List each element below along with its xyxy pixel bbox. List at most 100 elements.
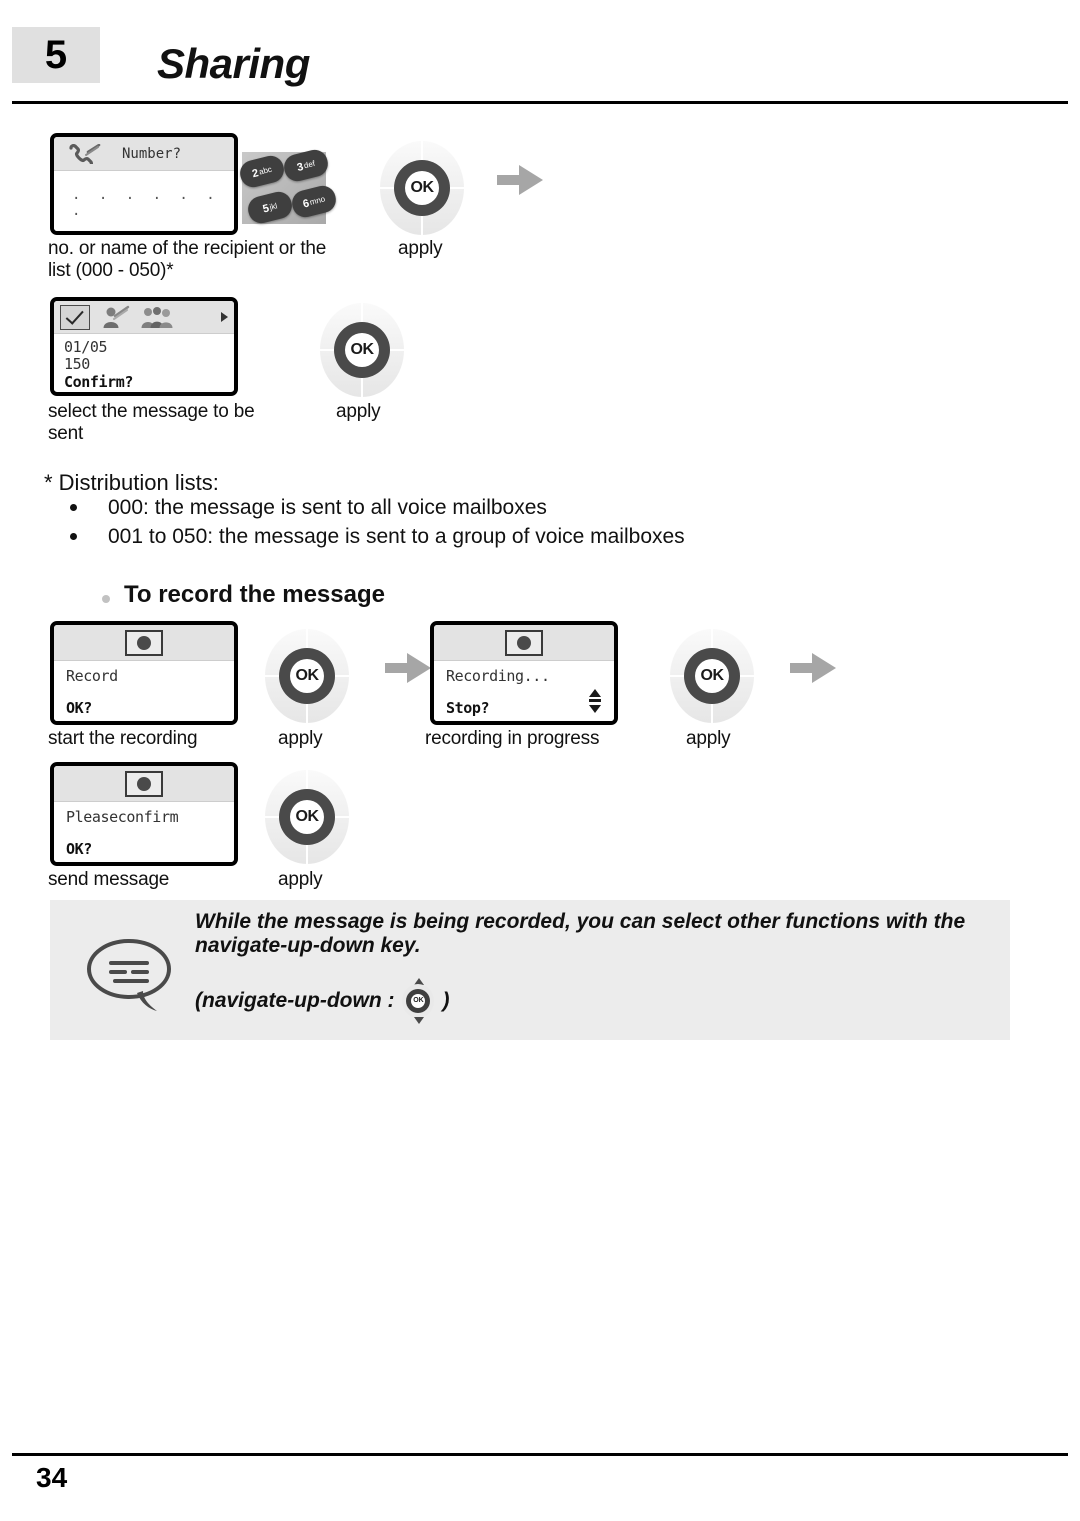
note-text-block: While the message is being recorded, you… <box>195 910 995 1024</box>
phone-screen-select-message: 01/05 150 Confirm? <box>50 297 238 396</box>
flow-arrow-icon-1 <box>497 165 543 195</box>
distribution-item-text: 000: the message is sent to all voice ma… <box>108 496 547 519</box>
bullet-icon <box>70 533 77 540</box>
note-key-hint-prefix: (navigate-up-down : <box>195 989 395 1012</box>
handset-pen-icon <box>68 143 102 168</box>
mini-ok-label: OK <box>411 994 426 1008</box>
caption-start-recording: start the recording <box>48 728 198 749</box>
distribution-lists: 000: the message is sent to all voice ma… <box>64 493 964 551</box>
note-main-text: While the message is being recorded, you… <box>195 910 966 957</box>
screen-number-title: Number? <box>122 145 182 162</box>
ok-navigation-key-5[interactable]: OK <box>265 770 349 864</box>
person-pen-icon <box>100 305 130 330</box>
screen-record-body: Record OK? <box>54 661 234 721</box>
caption-apply-1: apply <box>398 238 443 259</box>
arrow-head <box>812 653 836 683</box>
keypad-key-5: 5 jkl <box>245 189 295 226</box>
keypad-key-2-letters: abc <box>258 164 273 177</box>
page-title: Sharing <box>157 40 310 87</box>
manual-page: 5 Sharing Number? . . . . . . . 2 abc 3 de… <box>0 0 1080 1521</box>
ok-key-label: OK <box>290 659 324 693</box>
screen-recording-header <box>434 625 614 661</box>
screen-number-header: Number? <box>54 137 234 171</box>
group-people-icon <box>140 305 174 330</box>
up-down-arrows-icon <box>588 689 602 713</box>
record-icon <box>505 629 543 656</box>
message-index: 01/05 <box>64 338 108 356</box>
caption-recording-in-progress: recording in progress <box>425 728 600 749</box>
page-number: 34 <box>36 1462 68 1493</box>
chapter-number: 5 <box>44 32 68 77</box>
record-dot <box>137 635 151 650</box>
recording-prompt: Stop? <box>446 699 490 717</box>
please-confirm-text: Pleaseconfirm <box>66 808 179 826</box>
arrow-head <box>519 165 543 195</box>
screen-please-confirm-body: Pleaseconfirm OK? <box>54 802 234 862</box>
screen-number-body: . . . . . . . <box>54 171 234 231</box>
note-key-hint-suffix: ) <box>442 989 450 1012</box>
section-heading-label: To record the message <box>124 581 385 608</box>
keypad-key-3-letters: def <box>302 158 316 171</box>
speech-bubble-icon <box>85 935 175 1015</box>
record-dot <box>517 635 531 650</box>
ok-navigation-key-2[interactable]: OK <box>320 303 404 397</box>
phone-screen-please-confirm: Pleaseconfirm OK? <box>50 762 238 866</box>
record-status-text: Record <box>66 667 118 685</box>
caption-apply-5: apply <box>278 869 323 890</box>
note-callout: While the message is being recorded, you… <box>50 900 1010 1040</box>
checkbox-checked-icon <box>60 304 90 330</box>
screen-recording-body: Recording... Stop? <box>434 661 614 721</box>
keypad-illustration: 2 abc 3 def 5 jkl 6 mno <box>237 147 339 226</box>
caption-send-message: send message <box>48 869 170 890</box>
confirm-prompt: Confirm? <box>64 373 134 391</box>
arrow-head <box>407 653 431 683</box>
list-item: 000: the message is sent to all voice ma… <box>64 493 964 522</box>
caption-apply-2: apply <box>336 401 381 422</box>
caption-apply-3: apply <box>278 728 323 749</box>
bullet-icon <box>70 504 77 511</box>
ok-key-label: OK <box>290 800 324 834</box>
check-mark <box>65 305 84 325</box>
record-prompt: OK? <box>66 699 92 717</box>
section-bullet-icon <box>102 595 110 603</box>
keypad-key-2: 2 abc <box>237 153 287 190</box>
note-key-hint: (navigate-up-down : OK ) <box>195 978 995 1024</box>
screen-confirm-header <box>54 301 234 334</box>
footer-divider <box>12 1453 1068 1456</box>
keypad-key-6: 6 mno <box>289 183 339 220</box>
keypad-key-5-letters: jkl <box>268 201 279 212</box>
page-header: 5 Sharing <box>0 0 1080 104</box>
ok-key-label: OK <box>345 333 379 367</box>
caption-apply-4: apply <box>686 728 731 749</box>
header-divider <box>12 101 1068 104</box>
caret-right-icon[interactable] <box>221 312 228 322</box>
caption-enter-number: no. or name of the recipient or the list… <box>48 238 327 281</box>
screen-number-input-dots: . . . . . . . <box>72 187 220 219</box>
ok-navigation-key-1[interactable]: OK <box>380 141 464 235</box>
record-dot <box>137 776 151 791</box>
phone-screen-recording: Recording... Stop? <box>430 621 618 725</box>
flow-arrow-icon-3 <box>790 653 836 683</box>
screen-confirm-body: 01/05 150 Confirm? <box>54 334 234 391</box>
record-icon <box>125 629 163 656</box>
ok-key-label: OK <box>405 171 439 205</box>
nav-down-arrow-icon <box>414 1017 425 1024</box>
recording-status-text: Recording... <box>446 667 550 685</box>
phone-screen-record: Record OK? <box>50 621 238 725</box>
phone-screen-number: Number? . . . . . . . <box>50 133 238 235</box>
caption-select-message: select the message to be sent <box>48 401 255 444</box>
list-item: 001 to 050: the message is sent to a gro… <box>64 522 964 551</box>
ok-navigation-key-3[interactable]: OK <box>265 629 349 723</box>
please-confirm-prompt: OK? <box>66 840 92 858</box>
screen-please-confirm-header <box>54 766 234 802</box>
keypad-key-6-letters: mno <box>308 194 327 207</box>
screen-record-header <box>54 625 234 661</box>
record-icon <box>125 770 163 797</box>
message-sender: 150 <box>64 355 90 373</box>
distribution-item-text: 001 to 050: the message is sent to a gro… <box>108 525 685 548</box>
keypad-key-3: 3 def <box>281 147 331 184</box>
ok-navigation-key-4[interactable]: OK <box>670 629 754 723</box>
ok-key-label: OK <box>695 659 729 693</box>
section-heading-record-message: To record the message <box>102 581 385 609</box>
navigate-up-down-key-icon[interactable]: OK <box>398 978 438 1024</box>
